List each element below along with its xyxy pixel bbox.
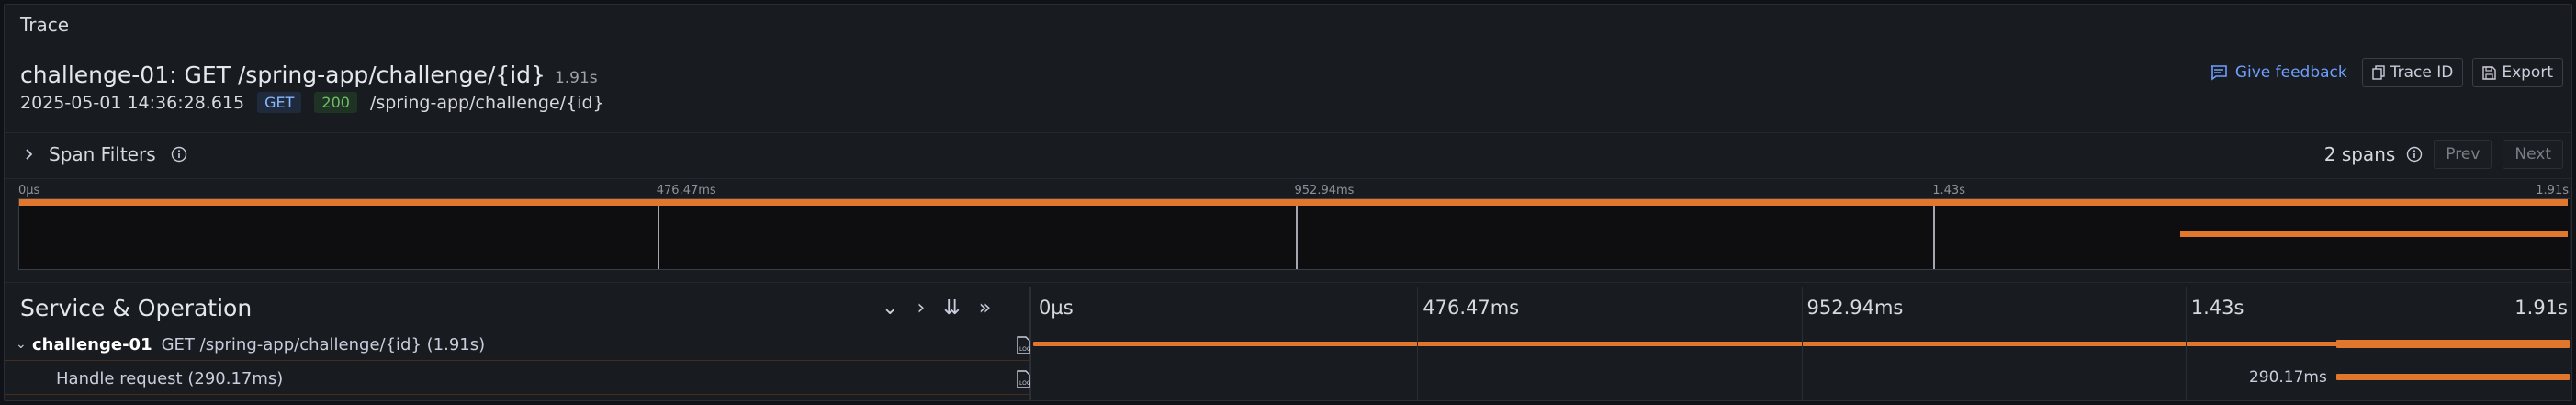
span-filters-bar: Span Filters 2 spans Prev Next [5, 132, 2571, 178]
span-service: challenge-01 [32, 334, 152, 354]
copy-icon [2372, 65, 2385, 80]
method-badge: GET [257, 92, 302, 113]
give-feedback-label: Give feedback [2234, 63, 2347, 82]
span-row-label[interactable]: ⌄ challenge-01 GET /spring-app/challenge… [5, 329, 1029, 361]
span-row-label[interactable]: Handle request (290.17ms) [5, 363, 1029, 395]
trace-duration: 1.91s [554, 69, 598, 87]
give-feedback-link[interactable]: Give feedback [2204, 60, 2353, 85]
spans-navigation: 2 spans Prev Next [2324, 140, 2563, 169]
timeline-grid-line [1417, 287, 1419, 400]
trace-timestamp: 2025-05-01 14:36:28.615 [20, 92, 245, 113]
collapse-one-icon[interactable]: ⌄ [882, 297, 898, 320]
timeline-grid-line [1801, 287, 1803, 400]
trace-minimap[interactable]: 0µs 476.47ms 952.94ms 1.43s 1.91s [18, 184, 2570, 276]
minimap-grid-line [1933, 199, 1936, 269]
spans-count: 2 spans [2323, 143, 2396, 165]
tree-controls: ⌄ › ⇊ » [882, 297, 991, 320]
trace-panel: Trace challenge-01: GET /spring-app/chal… [4, 4, 2572, 401]
svg-text:LOG: LOG [1019, 380, 1031, 387]
minimap-tick-label: 0µs [18, 184, 40, 197]
child-span-highlight [2335, 340, 2570, 348]
span-row[interactable]: ⌄ challenge-01 GET /spring-app/challenge… [5, 329, 2571, 362]
minimap-tick-label: 1.91s [2536, 184, 2569, 197]
minimap-span-bar [2180, 231, 2568, 237]
timeline-tick-label: 0µs [1039, 297, 1074, 319]
timeline-tick-label: 1.43s [2190, 297, 2244, 319]
span-operation: Handle request (290.17ms) [56, 368, 284, 388]
info-icon [171, 146, 186, 163]
minimap-tick-label: 476.47ms [656, 184, 716, 197]
service-operation-header: Service & Operation [20, 295, 253, 321]
span-filters-toggle[interactable]: Span Filters [25, 143, 187, 165]
collapse-all-icon[interactable]: ⇊ [943, 297, 960, 320]
chevron-right-icon [26, 149, 33, 160]
export-button[interactable]: Export [2472, 58, 2563, 87]
trace-id-button[interactable]: Trace ID [2361, 58, 2464, 87]
logs-icon[interactable]: LOG [1015, 370, 1033, 388]
comment-icon [2210, 65, 2227, 81]
minimap-canvas[interactable] [18, 198, 2570, 270]
divider [5, 282, 2571, 283]
trace-actions: Give feedback Trace ID Export [2204, 58, 2563, 87]
divider [5, 178, 2571, 179]
minimap-tick-label: 1.43s [1932, 184, 1965, 197]
minimap-tick-label: 952.94ms [1294, 184, 1355, 197]
span-bar[interactable] [2335, 374, 2570, 380]
next-button[interactable]: Next [2503, 140, 2563, 169]
info-icon [2407, 146, 2423, 163]
minimap-grid-line [657, 199, 659, 269]
status-badge: 200 [314, 92, 357, 113]
trace-url: /spring-app/challenge/{id} [369, 92, 604, 113]
timeline-tick-label: 952.94ms [1806, 297, 1904, 319]
expand-one-icon[interactable]: › [917, 297, 925, 320]
span-row[interactable]: Handle request (290.17ms) LOG 290.17ms [5, 363, 2571, 396]
panel-title: Trace [20, 14, 70, 36]
trace-id-label: Trace ID [2390, 63, 2454, 82]
save-icon [2482, 65, 2497, 80]
span-filters-label: Span Filters [49, 143, 156, 165]
logs-icon[interactable]: LOG [1015, 336, 1033, 354]
minimap-grid-line [1295, 199, 1298, 269]
trace-name: challenge-01: GET /spring-app/challenge/… [20, 62, 546, 88]
svg-text:LOG: LOG [1019, 346, 1031, 353]
timeline-tick-label: 1.91s [2514, 297, 2568, 319]
span-operation: GET /spring-app/challenge/{id} (1.91s) [161, 334, 486, 354]
chevron-down-icon[interactable]: ⌄ [16, 337, 32, 352]
expand-all-icon[interactable]: » [979, 297, 991, 320]
export-label: Export [2502, 63, 2553, 82]
trace-title: challenge-01: GET /spring-app/challenge/… [20, 62, 598, 88]
trace-meta: 2025-05-01 14:36:28.615 GET 200 /spring-… [20, 92, 604, 113]
span-timeline: Service & Operation ⌄ › ⇊ » ⌄ challenge-… [5, 287, 2571, 400]
timeline-grid-line [2185, 287, 2187, 400]
prev-button[interactable]: Prev [2434, 140, 2492, 169]
minimap-span-bar [19, 199, 2568, 206]
span-duration-label: 290.17ms [2248, 368, 2327, 387]
timeline-tick-label: 476.47ms [1423, 297, 1520, 319]
